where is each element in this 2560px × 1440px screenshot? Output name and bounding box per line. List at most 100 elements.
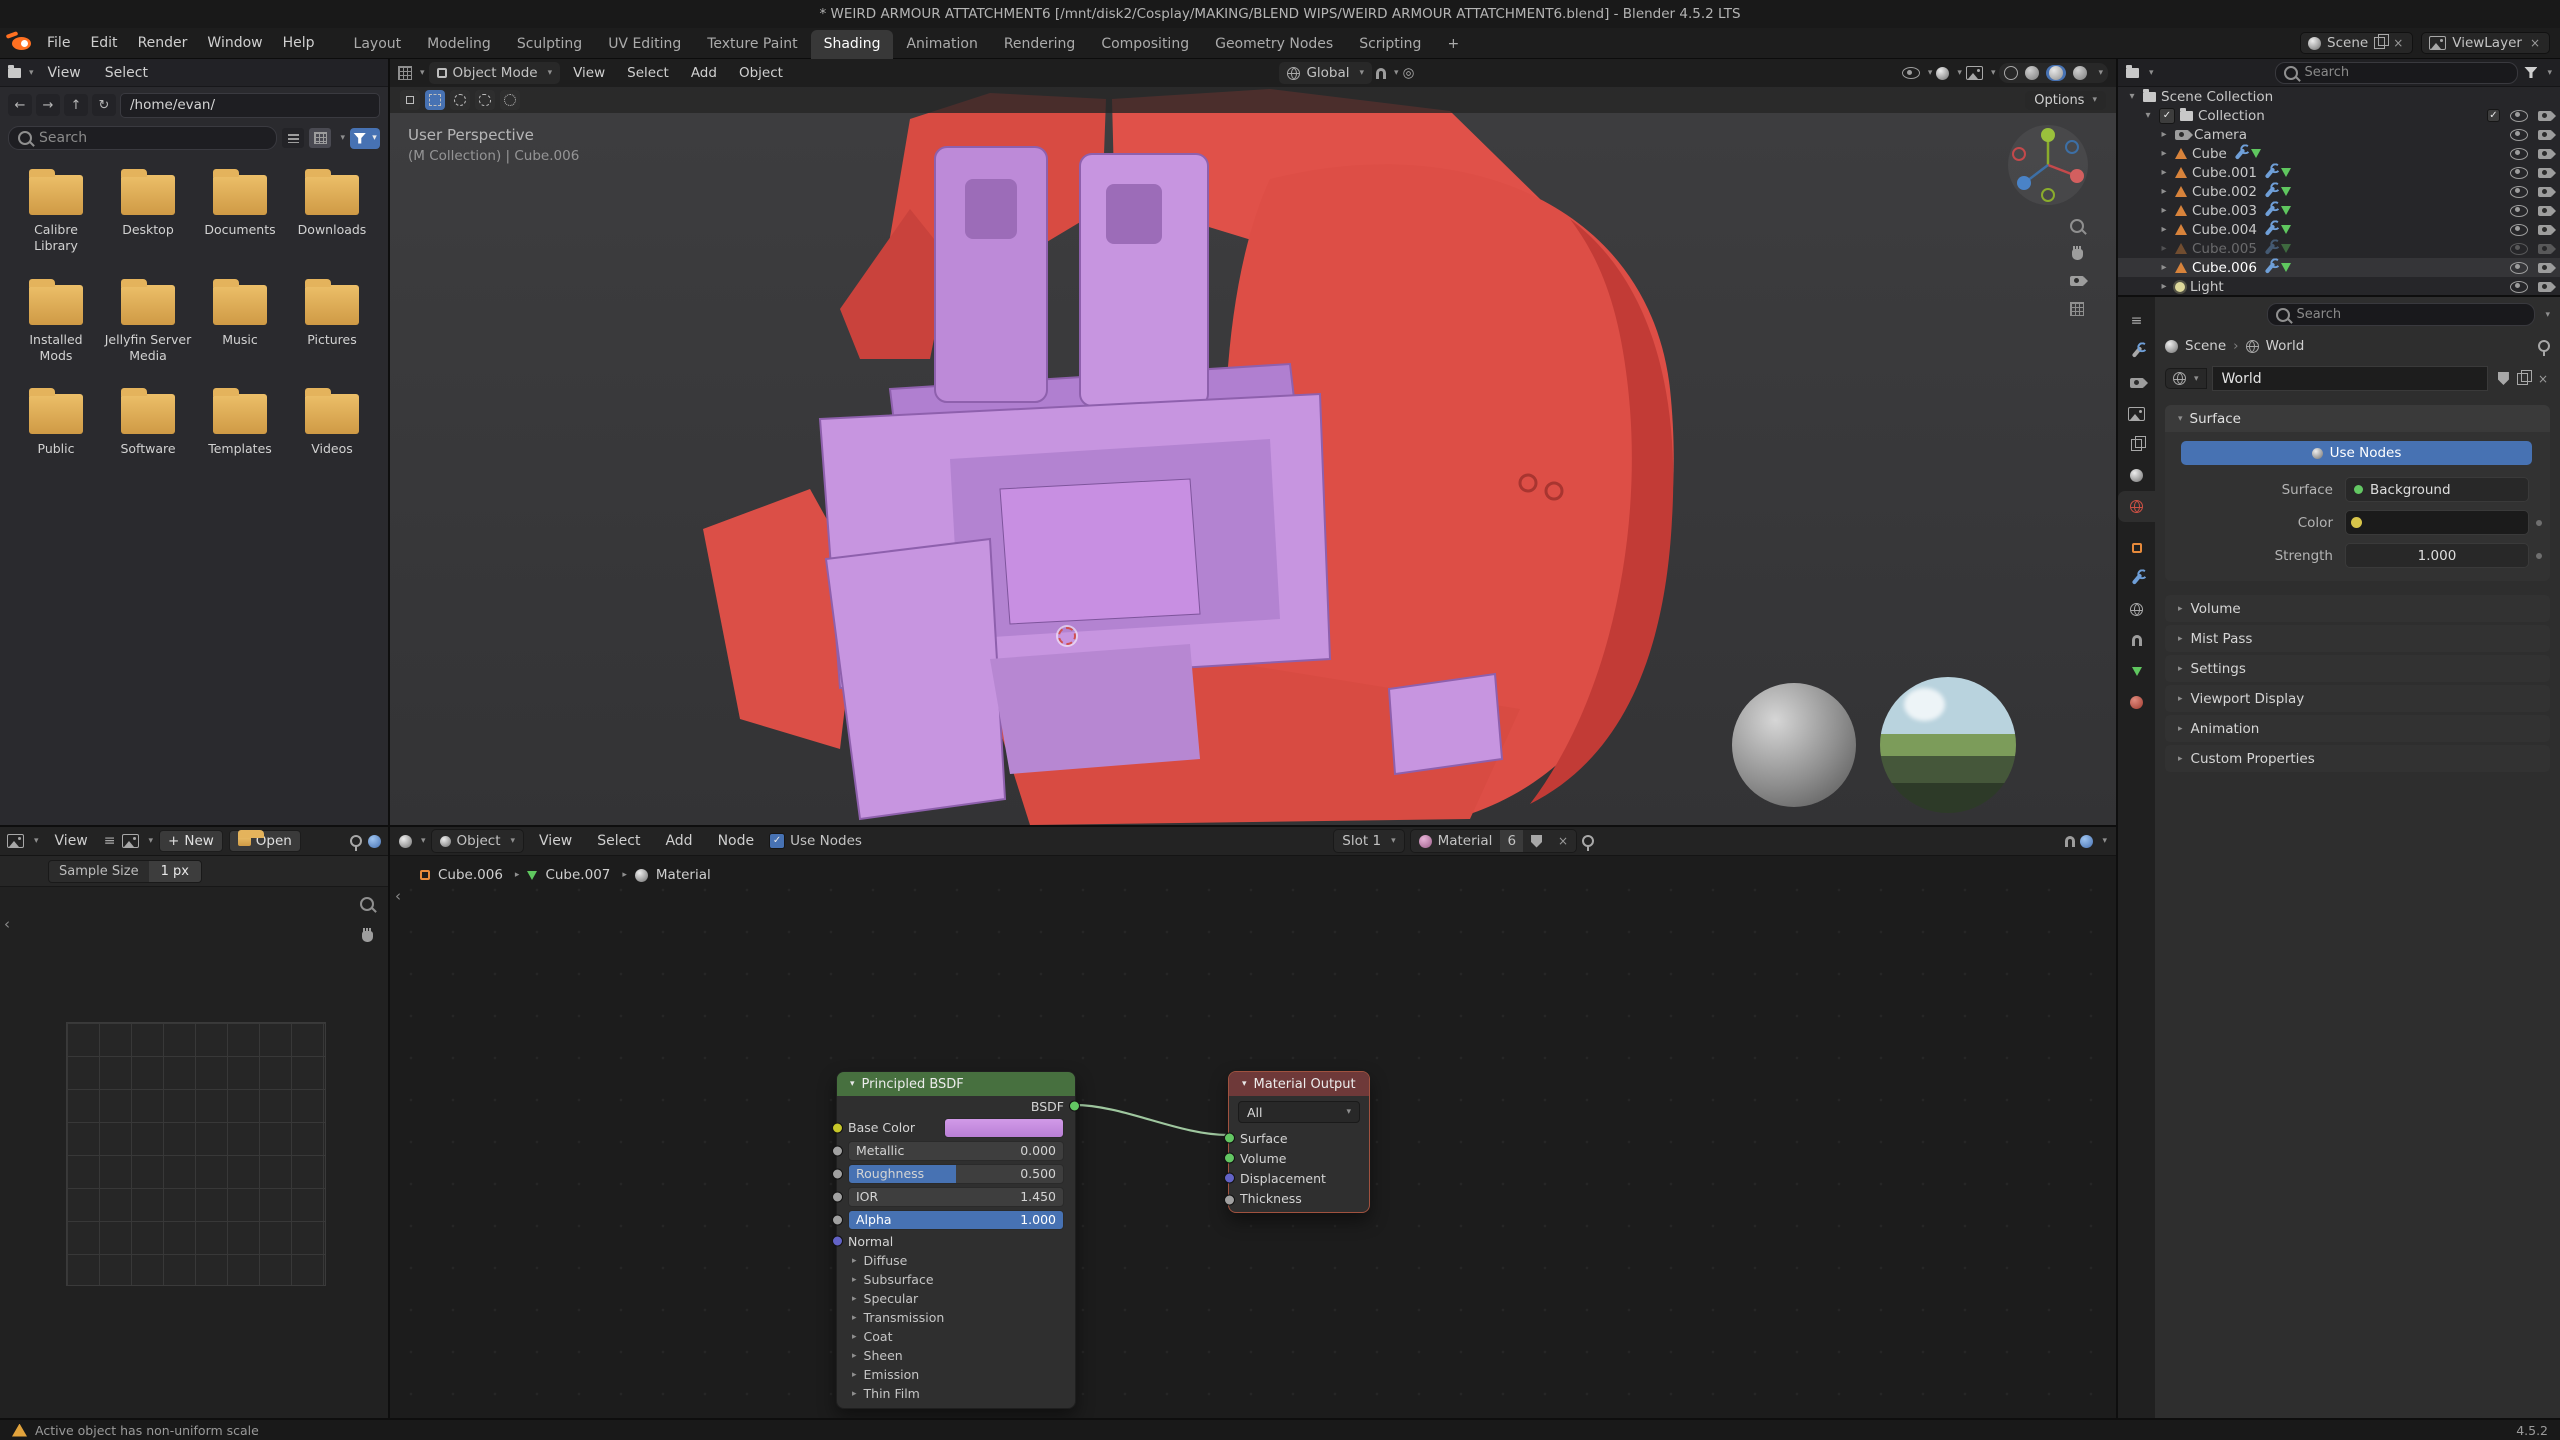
viewport-menu-view[interactable]: View: [564, 62, 614, 84]
disable-render-toggle[interactable]: [2538, 149, 2552, 159]
properties-tab-tool[interactable]: [2118, 336, 2155, 367]
outliner-row-cube-004[interactable]: ▸ Cube.004: [2118, 220, 2560, 239]
ior-slider[interactable]: IOR 1.450: [848, 1187, 1064, 1207]
folder-music[interactable]: Music: [194, 285, 286, 365]
nav-refresh-button[interactable]: ↻: [92, 94, 116, 116]
alpha-slider[interactable]: Alpha 1.000: [848, 1210, 1064, 1230]
roughness-slider[interactable]: Roughness 0.500: [848, 1164, 1064, 1184]
scene-selector[interactable]: Scene ×: [2300, 32, 2413, 54]
mist-pass-panel-header[interactable]: ▸Mist Pass: [2165, 625, 2550, 652]
new-image-button[interactable]: +New: [159, 830, 223, 852]
collection-exclude-checkbox[interactable]: ✓: [2159, 108, 2175, 124]
disable-render-toggle[interactable]: [2538, 206, 2552, 216]
viewport-menu-object[interactable]: Object: [730, 62, 792, 84]
unlink-material-button[interactable]: ×: [1550, 830, 1576, 852]
alpha-socket[interactable]: [832, 1214, 843, 1225]
roughness-socket[interactable]: [832, 1168, 843, 1179]
outliner-row-cube[interactable]: ▸ Cube: [2118, 144, 2560, 163]
workspace-tab-uv-editing[interactable]: UV Editing: [595, 30, 694, 59]
subsurface-section[interactable]: ▸Subsurface: [837, 1270, 1075, 1289]
zoom-icon[interactable]: [360, 897, 374, 911]
hide-viewport-toggle[interactable]: [2510, 148, 2528, 160]
outliner-row-cube-003[interactable]: ▸ Cube.003: [2118, 201, 2560, 220]
displacement-input-socket[interactable]: [1224, 1173, 1235, 1184]
file-browser-editor-icon[interactable]: [8, 68, 21, 78]
blender-logo-icon[interactable]: [12, 37, 31, 50]
display-size-caret[interactable]: ▾: [340, 133, 345, 143]
breadcrumb-scene[interactable]: Scene: [2185, 338, 2226, 354]
normal-socket[interactable]: [832, 1236, 843, 1247]
tool-select-box-button[interactable]: [425, 90, 445, 110]
file-browser-menu-view[interactable]: View: [38, 61, 91, 85]
image-grid-canvas[interactable]: [66, 1022, 326, 1286]
sample-size-widget[interactable]: Sample Size 1 px: [48, 860, 202, 883]
strength-slider[interactable]: 1.000: [2345, 543, 2529, 568]
disable-render-toggle[interactable]: [2538, 263, 2552, 273]
workspace-tab-geometry-nodes[interactable]: Geometry Nodes: [1202, 30, 1346, 59]
properties-tab-object-data[interactable]: [2118, 656, 2155, 687]
outliner-row-cube-002[interactable]: ▸ Cube.002: [2118, 182, 2560, 201]
ior-socket[interactable]: [832, 1191, 843, 1202]
hide-viewport-toggle[interactable]: [2510, 243, 2528, 255]
sheen-section[interactable]: ▸Sheen: [837, 1346, 1075, 1365]
pan-hand-icon[interactable]: [362, 931, 373, 942]
image-menu-icon[interactable]: ≡: [104, 834, 116, 848]
workspace-tab-compositing[interactable]: Compositing: [1088, 30, 1202, 59]
base-color-socket[interactable]: [832, 1122, 843, 1133]
open-image-button[interactable]: Open: [229, 830, 301, 852]
folder-templates[interactable]: Templates: [194, 394, 286, 457]
viewport-menu-select[interactable]: Select: [618, 62, 678, 84]
menu-window[interactable]: Window: [197, 31, 272, 55]
outliner-row-cube-005[interactable]: ▸ Cube.005: [2118, 239, 2560, 258]
properties-tab-object[interactable]: [2118, 532, 2155, 563]
fake-user-toggle[interactable]: [1523, 830, 1550, 852]
fake-user-toggle[interactable]: [2498, 372, 2509, 385]
outliner-row-cube-006[interactable]: ▸ Cube.006: [2118, 258, 2560, 277]
material-slot-selector[interactable]: Slot 1 ▾: [1333, 829, 1404, 853]
properties-tab-physics[interactable]: [2118, 594, 2155, 625]
animate-decorator[interactable]: [2536, 553, 2542, 559]
folder-calibre-library[interactable]: Calibre Library: [10, 175, 102, 255]
new-world-button[interactable]: [2517, 373, 2528, 385]
outliner-filter-icon[interactable]: [2524, 67, 2537, 78]
display-mode-list-button[interactable]: [282, 128, 304, 148]
navigation-axis-gizmo[interactable]: [2006, 123, 2090, 207]
path-field[interactable]: /home/evan/: [120, 93, 380, 118]
viewport-display-panel-header[interactable]: ▸Viewport Display: [2165, 685, 2550, 712]
properties-tab-output[interactable]: [2118, 398, 2155, 429]
disable-render-toggle[interactable]: [2538, 225, 2552, 235]
shading-options-caret[interactable]: ▾: [2098, 68, 2103, 78]
browse-material-button[interactable]: Material: [1411, 830, 1501, 852]
snap-toggle[interactable]: [2065, 836, 2075, 847]
use-nodes-checkbox[interactable]: ✓: [769, 833, 785, 849]
properties-tab-modifiers[interactable]: [2118, 563, 2155, 594]
transmission-section[interactable]: ▸Transmission: [837, 1308, 1075, 1327]
transform-orientation-selector[interactable]: Global ▾: [1279, 62, 1372, 84]
pan-hand-icon[interactable]: [2072, 249, 2083, 260]
pin-icon[interactable]: [2538, 340, 2550, 352]
file-browser-menu-select[interactable]: Select: [95, 61, 158, 85]
menu-help[interactable]: Help: [273, 31, 325, 55]
outliner-editor-icon[interactable]: [2126, 68, 2139, 78]
material-output-header[interactable]: ▾ Material Output: [1229, 1072, 1369, 1096]
workspace-tab-scripting[interactable]: Scripting: [1346, 30, 1434, 59]
hide-viewport-toggle[interactable]: [2510, 167, 2528, 179]
tool-cursor-button[interactable]: [500, 90, 520, 110]
hide-viewport-toggle[interactable]: [2510, 186, 2528, 198]
shading-wireframe-button[interactable]: [2004, 66, 2018, 80]
outliner-search-input[interactable]: Search: [2275, 62, 2518, 84]
folder-public[interactable]: Public: [10, 394, 102, 457]
menu-render[interactable]: Render: [128, 31, 198, 55]
metallic-socket[interactable]: [832, 1145, 843, 1156]
viewport-editor-icon[interactable]: [398, 66, 412, 80]
filter-button[interactable]: ▾: [350, 128, 380, 149]
folder-desktop[interactable]: Desktop: [102, 175, 194, 255]
overlays-toggle-icon[interactable]: [2080, 835, 2093, 848]
hide-viewport-toggle[interactable]: [2510, 205, 2528, 217]
overlay-toggle-icon[interactable]: [368, 835, 381, 848]
workspace-tab-animation[interactable]: Animation: [893, 30, 990, 59]
material-users-count[interactable]: 6: [1500, 830, 1523, 852]
remove-view-layer-button[interactable]: ×: [2528, 36, 2542, 50]
shader-menu-view[interactable]: View: [529, 829, 582, 853]
workspace-tab-shading[interactable]: Shading: [811, 30, 894, 59]
